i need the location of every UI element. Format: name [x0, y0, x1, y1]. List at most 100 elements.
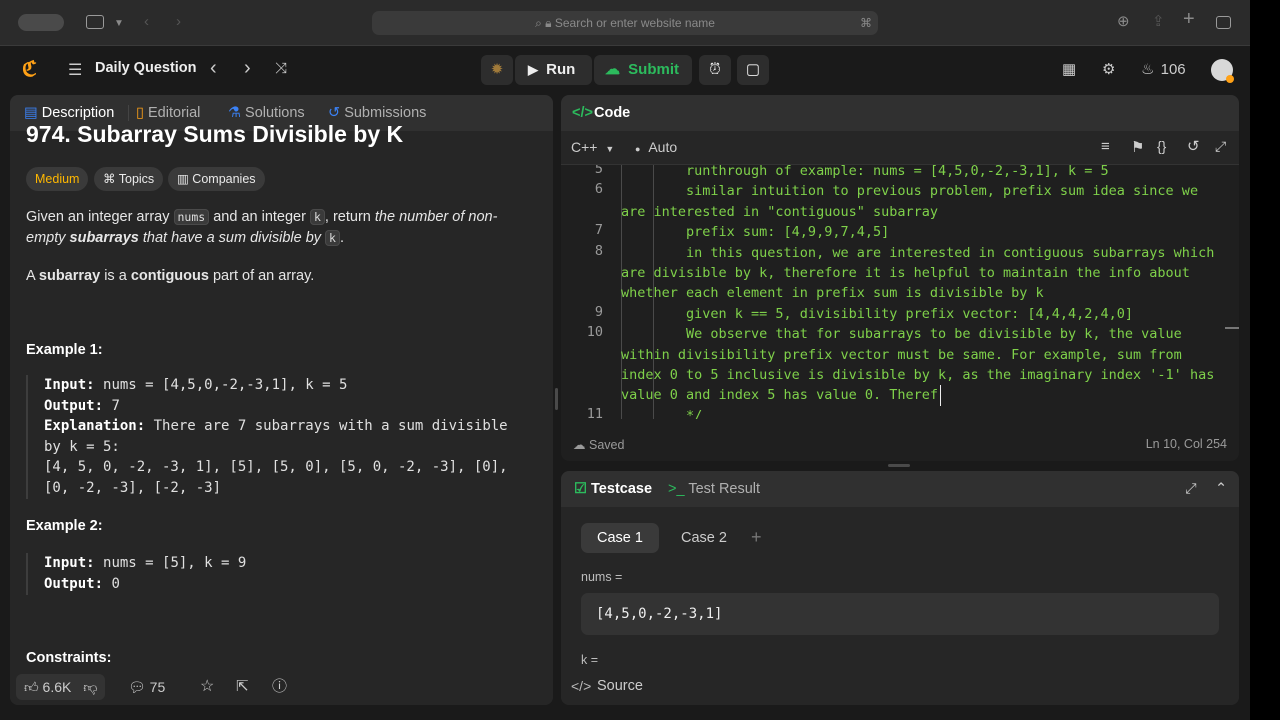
- companies-button[interactable]: ▥ Companies: [168, 167, 265, 191]
- tabs-overview-icon[interactable]: [1216, 16, 1231, 29]
- code-k2: k: [325, 230, 340, 246]
- prev-problem-icon[interactable]: ‹: [210, 57, 217, 80]
- cloud-icon: ☁: [573, 438, 586, 452]
- alarm-icon: ⏰︎: [709, 61, 721, 78]
- back-icon[interactable]: ‹: [144, 12, 149, 32]
- timer-button[interactable]: ⏰︎: [699, 55, 731, 85]
- problem-statement: Given an integer array nums and an integ…: [26, 209, 498, 246]
- line-number: 8: [594, 242, 603, 259]
- problem-list-icon[interactable]: ☰: [68, 60, 82, 80]
- daily-question-link[interactable]: Daily Question: [95, 60, 197, 76]
- autocomplete-mode[interactable]: ● Auto: [635, 139, 677, 155]
- line-number: 7: [594, 222, 603, 239]
- layout-icon[interactable]: ▦: [1062, 60, 1076, 78]
- page-title: 974. Subarray Sums Divisible by K: [26, 121, 404, 147]
- expand-icon[interactable]: ⤢: [1185, 471, 1197, 507]
- code-line: given k == 5, divisibility prefix vector…: [621, 305, 1134, 322]
- chevron-down-icon: ▼: [605, 144, 615, 154]
- editor-footer: ☁ Saved Ln 10, Col 254: [561, 431, 1239, 461]
- notes-button[interactable]: ▢: [737, 55, 769, 85]
- sidebar-toggle-icon[interactable]: [86, 15, 104, 29]
- language-select[interactable]: C++ ▼: [571, 139, 614, 155]
- streak-count: 106: [1160, 61, 1186, 78]
- add-case-icon[interactable]: +: [751, 527, 762, 548]
- top-nav: ℭ ☰ Daily Question ‹ › ⤨ ✹ ▶ Run ☁ Submi…: [0, 47, 1250, 93]
- code-header: </> Code: [561, 95, 1239, 131]
- code-line: */: [621, 407, 703, 419]
- comment-icon: 💬︎: [128, 679, 146, 695]
- difficulty-badge[interactable]: Medium: [26, 167, 89, 191]
- code-title: Code: [594, 105, 631, 121]
- submit-button[interactable]: ☁ Submit: [594, 55, 692, 85]
- example-2-block: Input: nums = [5], k = 9 Output: 0: [26, 553, 246, 595]
- example-2-title: Example 2:: [26, 518, 103, 534]
- building-icon: ▥: [177, 172, 189, 186]
- code-line: whether each element in prefix sum is di…: [621, 285, 1044, 302]
- settings-gear-icon[interactable]: ⚙: [1102, 60, 1115, 78]
- topics-button[interactable]: ⌘ Topics: [94, 167, 164, 191]
- run-label: Run: [546, 61, 576, 78]
- shuffle-icon[interactable]: ⤨: [275, 60, 287, 77]
- new-tab-icon[interactable]: +: [1183, 9, 1195, 29]
- braces-icon[interactable]: {}: [1157, 138, 1166, 154]
- code-line: value 0 and index 5 has value 0. Theref: [621, 385, 941, 406]
- leetcode-logo[interactable]: ℭ: [22, 58, 44, 82]
- flame-icon: ♨: [1141, 61, 1155, 78]
- case-1-tab[interactable]: Case 1: [581, 523, 659, 553]
- scrollbar-thumb[interactable]: [1225, 327, 1239, 329]
- horizontal-resize-handle[interactable]: [888, 464, 910, 467]
- tab-testcase[interactable]: ☑ Testcase: [574, 471, 652, 507]
- constraints-title: Constraints:: [26, 650, 112, 666]
- code-icon: </>: [572, 105, 593, 121]
- translate-icon[interactable]: ⌘: [860, 11, 872, 35]
- format-icon[interactable]: ≡: [1101, 138, 1110, 155]
- tab-test-result[interactable]: >_ Test Result: [668, 471, 760, 507]
- share-icon[interactable]: ⇪: [1152, 12, 1165, 32]
- line-number: 11: [586, 405, 603, 419]
- case-2-tab[interactable]: Case 2: [665, 523, 743, 553]
- app-window: ▼ ‹ › ⌕ 🔒︎ Search or enter website name …: [0, 0, 1250, 720]
- lock-icon: 🔒︎: [545, 16, 555, 30]
- bookmark-icon[interactable]: ⚑: [1131, 138, 1144, 156]
- thumbs-up-icon: 👍︎: [24, 679, 39, 695]
- line-number: 6: [594, 181, 603, 198]
- help-icon[interactable]: ⓘ: [272, 674, 287, 700]
- run-button[interactable]: ▶ Run: [515, 55, 592, 85]
- testcase-tabs: ☑ Testcase >_ Test Result ⤢ ⌃: [561, 471, 1239, 507]
- k-label: k =: [581, 653, 599, 667]
- reset-icon[interactable]: ↺: [1187, 137, 1200, 155]
- saved-status: ☁ Saved: [573, 438, 625, 452]
- source-bar: </> Source: [561, 671, 1239, 705]
- dot-icon: ●: [635, 144, 641, 154]
- window-pill[interactable]: [18, 14, 64, 31]
- code-line: similar intuition to previous problem, p…: [621, 183, 1199, 200]
- download-icon[interactable]: ⊕: [1117, 12, 1130, 32]
- code-line: are interested in "contiguous" subarray: [621, 203, 938, 220]
- thumbs-down-icon[interactable]: 👎︎: [83, 679, 97, 695]
- fullscreen-icon[interactable]: ⤢: [1215, 138, 1226, 155]
- chevron-down-icon[interactable]: ▼: [114, 14, 124, 34]
- code-line: prefix sum: [4,9,9,7,4,5]: [621, 224, 890, 241]
- line-number: 10: [586, 324, 603, 341]
- debug-button[interactable]: ✹: [481, 55, 513, 85]
- share-link-icon[interactable]: ⇱: [236, 674, 249, 700]
- editor-toolbar: C++ ▼ ● Auto ≡ ⚑ {} ↺ ⤢: [561, 131, 1239, 165]
- streak-badge[interactable]: ♨ 106: [1141, 60, 1186, 78]
- url-bar[interactable]: ⌕ 🔒︎ Search or enter website name ⌘: [372, 11, 878, 35]
- forward-icon[interactable]: ›: [176, 12, 181, 32]
- line-number: 5: [594, 165, 603, 177]
- next-problem-icon[interactable]: ›: [244, 57, 251, 80]
- comments-button[interactable]: 💬︎ 75: [128, 674, 165, 700]
- collapse-icon[interactable]: ⌃: [1215, 471, 1227, 507]
- code-editor[interactable]: 5 runthrough of example: nums = [4,5,0,-…: [561, 165, 1239, 419]
- code-line: We observe that for subarrays to be divi…: [621, 326, 1182, 343]
- star-icon[interactable]: ☆: [200, 674, 214, 700]
- source-toggle[interactable]: Source: [597, 678, 643, 694]
- vertical-resize-handle[interactable]: [555, 388, 558, 410]
- search-icon: ⌕: [535, 16, 546, 30]
- like-button[interactable]: 👍︎ 6.6K 👎︎: [16, 674, 106, 700]
- nums-input[interactable]: [4,5,0,-2,-3,1]: [581, 593, 1219, 635]
- code-line: index 0 to 5 inclusive is divisible by k…: [621, 367, 1215, 383]
- submit-label: Submit: [628, 61, 680, 78]
- testcase-panel: ☑ Testcase >_ Test Result ⤢ ⌃ Case 1 Cas…: [561, 471, 1239, 705]
